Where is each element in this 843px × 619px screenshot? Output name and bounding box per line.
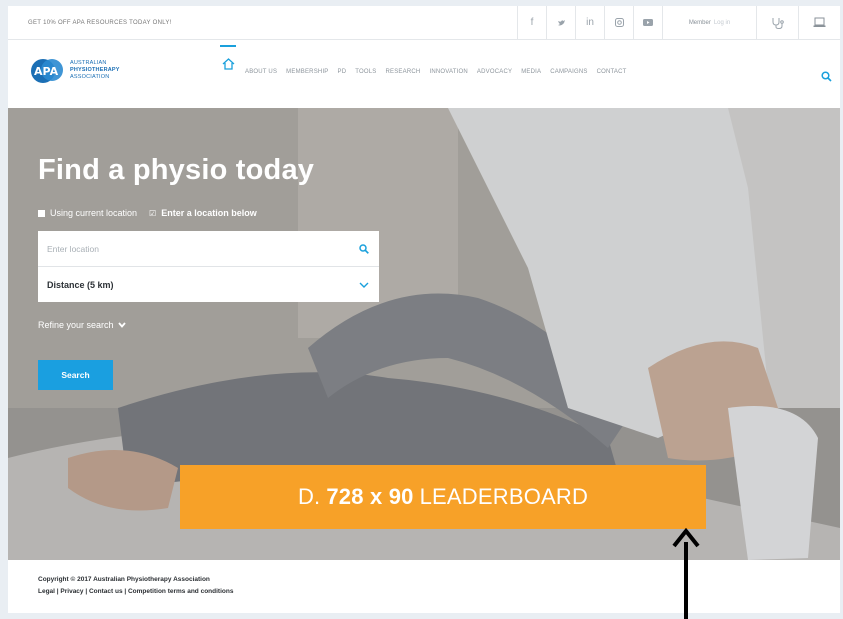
footer: Copyright © 2017 Australian Physiotherap…: [8, 560, 840, 613]
nav-search-icon[interactable]: [821, 69, 832, 87]
annotation-arrow-icon: [672, 528, 700, 619]
utility-bar: GET 10% OFF APA RESOURCES TODAY ONLY! f …: [8, 6, 840, 40]
social-links: f in: [517, 6, 662, 40]
login-link[interactable]: Log in: [714, 20, 730, 26]
search-icon[interactable]: [359, 243, 369, 254]
leaderboard-size: 728 x 90: [326, 484, 414, 509]
nav-menu: ABOUT US MEMBERSHIP PD TOOLS RESEARCH IN…: [220, 45, 627, 79]
distance-select[interactable]: Distance (5 km): [38, 267, 379, 302]
footer-links[interactable]: Legal | Privacy | Contact us | Competiti…: [38, 588, 233, 595]
nav-item-innovation[interactable]: INNOVATION: [429, 69, 467, 75]
chevron-down-icon[interactable]: [359, 282, 369, 288]
hero-section: Find a physio today Using current locati…: [8, 108, 840, 560]
refine-search-toggle[interactable]: Refine your search: [38, 320, 126, 330]
laptop-icon[interactable]: [798, 6, 840, 40]
nav-item-research[interactable]: RESEARCH: [386, 69, 421, 75]
nav-item-campaigns[interactable]: CAMPAIGNS: [550, 69, 587, 75]
nav-item-membership[interactable]: MEMBERSHIP: [286, 69, 328, 75]
twitter-icon[interactable]: [546, 6, 575, 40]
location-input[interactable]: Enter location: [47, 244, 99, 254]
logo-line-1: AUSTRALIAN: [70, 59, 107, 66]
logo-line-2: PHYSIOTHERAPY: [70, 66, 120, 73]
footer-copyright: Copyright © 2017 Australian Physiotherap…: [38, 576, 210, 583]
promo-text[interactable]: GET 10% OFF APA RESOURCES TODAY ONLY!: [8, 20, 517, 26]
logo-wordmark: AUSTRALIAN PHYSIOTHERAPY ASSOCIATION: [70, 60, 120, 81]
home-icon[interactable]: [220, 45, 236, 79]
leaderboard-label: LEADERBOARD: [419, 484, 589, 509]
nav-item-contact[interactable]: CONTACT: [597, 69, 627, 75]
leaderboard-prefix: D.: [297, 484, 321, 509]
chevron-down-icon: [117, 322, 126, 328]
main-nav: APA AUSTRALIAN PHYSIOTHERAPY ASSOCIATION…: [8, 41, 840, 108]
location-field[interactable]: Enter location: [38, 231, 379, 267]
nav-item-advocacy[interactable]: ADVOCACY: [477, 69, 512, 75]
logo-line-3: ASSOCIATION: [70, 73, 110, 80]
search-button[interactable]: Search: [38, 360, 113, 390]
enter-location-check-icon[interactable]: ☑: [149, 209, 156, 218]
nav-item-media[interactable]: MEDIA: [521, 69, 541, 75]
enter-location-label[interactable]: Enter a location below: [161, 208, 257, 218]
page-frame: GET 10% OFF APA RESOURCES TODAY ONLY! f …: [8, 6, 840, 613]
nav-item-pd[interactable]: PD: [338, 69, 347, 75]
location-options: Using current location ☑ Enter a locatio…: [38, 208, 257, 218]
apa-logo[interactable]: APA AUSTRALIAN PHYSIOTHERAPY ASSOCIATION: [30, 50, 150, 90]
svg-text:APA: APA: [34, 65, 59, 78]
search-form: Enter location Distance (5 km): [38, 231, 379, 302]
refine-search-label: Refine your search: [38, 320, 114, 330]
leaderboard-ad[interactable]: D. 728 x 90 LEADERBOARD: [180, 465, 706, 529]
current-location-checkbox[interactable]: [38, 209, 45, 217]
linkedin-icon[interactable]: in: [575, 6, 604, 40]
instagram-icon[interactable]: [604, 6, 633, 40]
current-location-label[interactable]: Using current location: [50, 208, 137, 218]
member-label: Member: [688, 19, 711, 26]
stethoscope-icon[interactable]: [756, 6, 798, 40]
youtube-icon[interactable]: [633, 6, 662, 40]
apa-logo-mark: APA: [31, 59, 63, 83]
facebook-icon[interactable]: f: [517, 6, 546, 40]
distance-value: Distance (5 km): [47, 279, 114, 290]
nav-item-tools[interactable]: TOOLS: [355, 69, 376, 75]
hero-title: Find a physio today: [38, 154, 315, 186]
nav-item-about-us[interactable]: ABOUT US: [245, 69, 277, 75]
member-login[interactable]: Member Log in: [662, 6, 756, 40]
